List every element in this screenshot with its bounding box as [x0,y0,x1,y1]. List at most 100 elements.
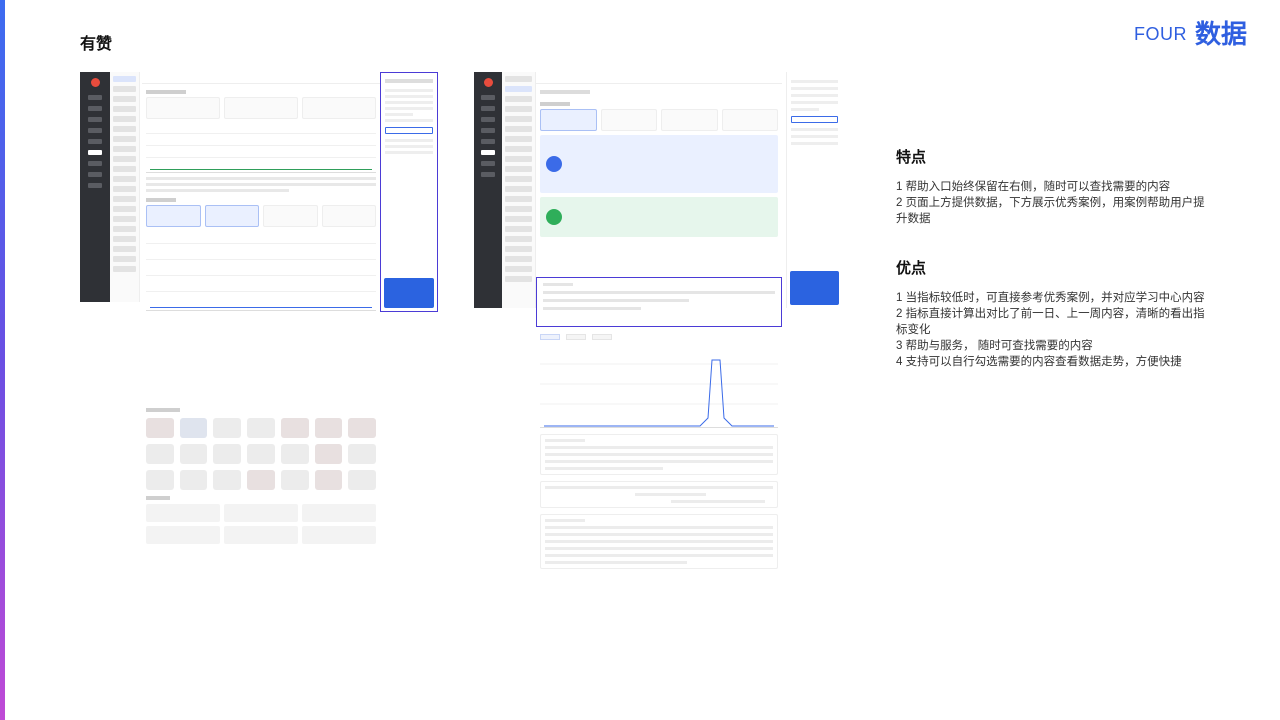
help-line [791,135,838,138]
series-line [150,307,372,308]
shop-logo[interactable] [213,470,242,490]
nav-icon [88,172,102,177]
shop-logo[interactable] [179,444,208,464]
shop-logo[interactable] [280,470,309,490]
logo-icon [483,78,493,87]
case-card[interactable] [302,504,376,522]
slide: 有赞 FOUR 数据 特点 1 帮助入口始终保留在右侧，随时可以查找需要的内容 … [0,0,1280,720]
shop-logo[interactable] [348,444,376,464]
block-title [146,198,176,202]
shop-logo[interactable] [213,444,242,464]
cases-section [142,402,380,617]
dark-sidebar [474,72,502,308]
brand-title: 有赞 [80,36,113,53]
menu-item [505,216,532,222]
shop-logo[interactable] [348,470,376,490]
kpi-card[interactable] [600,109,657,131]
chart-tab[interactable] [592,334,612,340]
block-title [146,408,180,412]
shop-logo[interactable] [146,418,174,438]
nav-icon [481,106,495,111]
help-line [385,119,433,122]
chart-tab[interactable] [566,334,586,340]
conversion-icon [546,209,562,225]
chart-tab[interactable] [540,334,560,340]
case-card[interactable] [224,504,298,522]
top-bar [142,72,380,84]
kpi-card-selected[interactable] [146,205,201,227]
panel-line [545,554,773,557]
source-table [540,481,778,508]
kpi-card[interactable] [321,205,376,227]
kpi-row [146,97,376,119]
nav-icon [88,106,102,111]
kpi-card[interactable] [263,205,318,227]
block-title [540,102,570,106]
help-panel-highlight [380,72,438,312]
nav-icon [88,139,102,144]
shop-logo[interactable] [348,418,376,438]
series-line [150,169,372,170]
trend-line-svg [540,359,778,427]
case-card[interactable] [146,526,220,544]
panel-line [545,533,773,536]
case-card[interactable] [224,526,298,544]
sub-menu [110,72,140,302]
help-line [385,145,433,148]
case-row [146,526,376,544]
menu-item [505,246,532,252]
shop-logo[interactable] [179,418,208,438]
help-line [791,80,838,83]
nav-icon [88,128,102,133]
shop-logo[interactable] [213,418,242,438]
kpi-card[interactable] [661,109,718,131]
shop-logo[interactable] [247,444,275,464]
shop-logo[interactable] [146,444,174,464]
menu-item [113,126,136,132]
shop-logo[interactable] [179,470,208,490]
shop-logo[interactable] [280,418,309,438]
trend-filter-highlight [536,277,782,327]
trend-line-chart [540,348,778,428]
case-row [146,504,376,522]
pagination[interactable] [670,500,766,503]
checkbox-row[interactable] [543,291,775,294]
shop-logo[interactable] [247,418,275,438]
traffic-icon [546,156,562,172]
help-line [791,108,819,111]
checkbox-row[interactable] [543,299,690,302]
core-chart [146,231,376,311]
nav-icon [481,172,495,177]
service-promo-card[interactable] [790,271,839,305]
traffic-main [536,72,782,308]
kpi-card[interactable] [721,109,778,131]
shop-logo[interactable] [314,470,343,490]
table-empty [635,493,707,496]
contact-service-button[interactable] [385,127,433,134]
section-number: FOUR [1134,24,1187,44]
grid-line [146,243,376,244]
kpi-card-selected[interactable] [204,205,259,227]
menu-item [505,166,532,172]
service-promo-card[interactable] [384,278,434,308]
realtime-chart [146,123,376,173]
traffic-metrics-block [540,135,778,193]
shop-logo[interactable] [247,470,275,490]
case-card[interactable] [302,526,376,544]
nav-icon [481,117,495,122]
shop-logo[interactable] [314,418,343,438]
nav-icon [88,117,102,122]
case-card[interactable] [146,504,220,522]
shop-logo[interactable] [146,470,174,490]
kpi-card-selected[interactable] [540,109,597,131]
help-title [385,79,433,83]
shop-logo[interactable] [314,444,343,464]
menu-item [505,236,532,242]
advantages-title: 优点 [896,260,927,277]
contact-service-button[interactable] [791,116,838,123]
help-line [791,87,838,90]
shop-logo[interactable] [280,444,309,464]
checkbox-row[interactable] [543,307,641,310]
nav-icon-active [481,150,495,155]
panel-line [545,460,773,463]
